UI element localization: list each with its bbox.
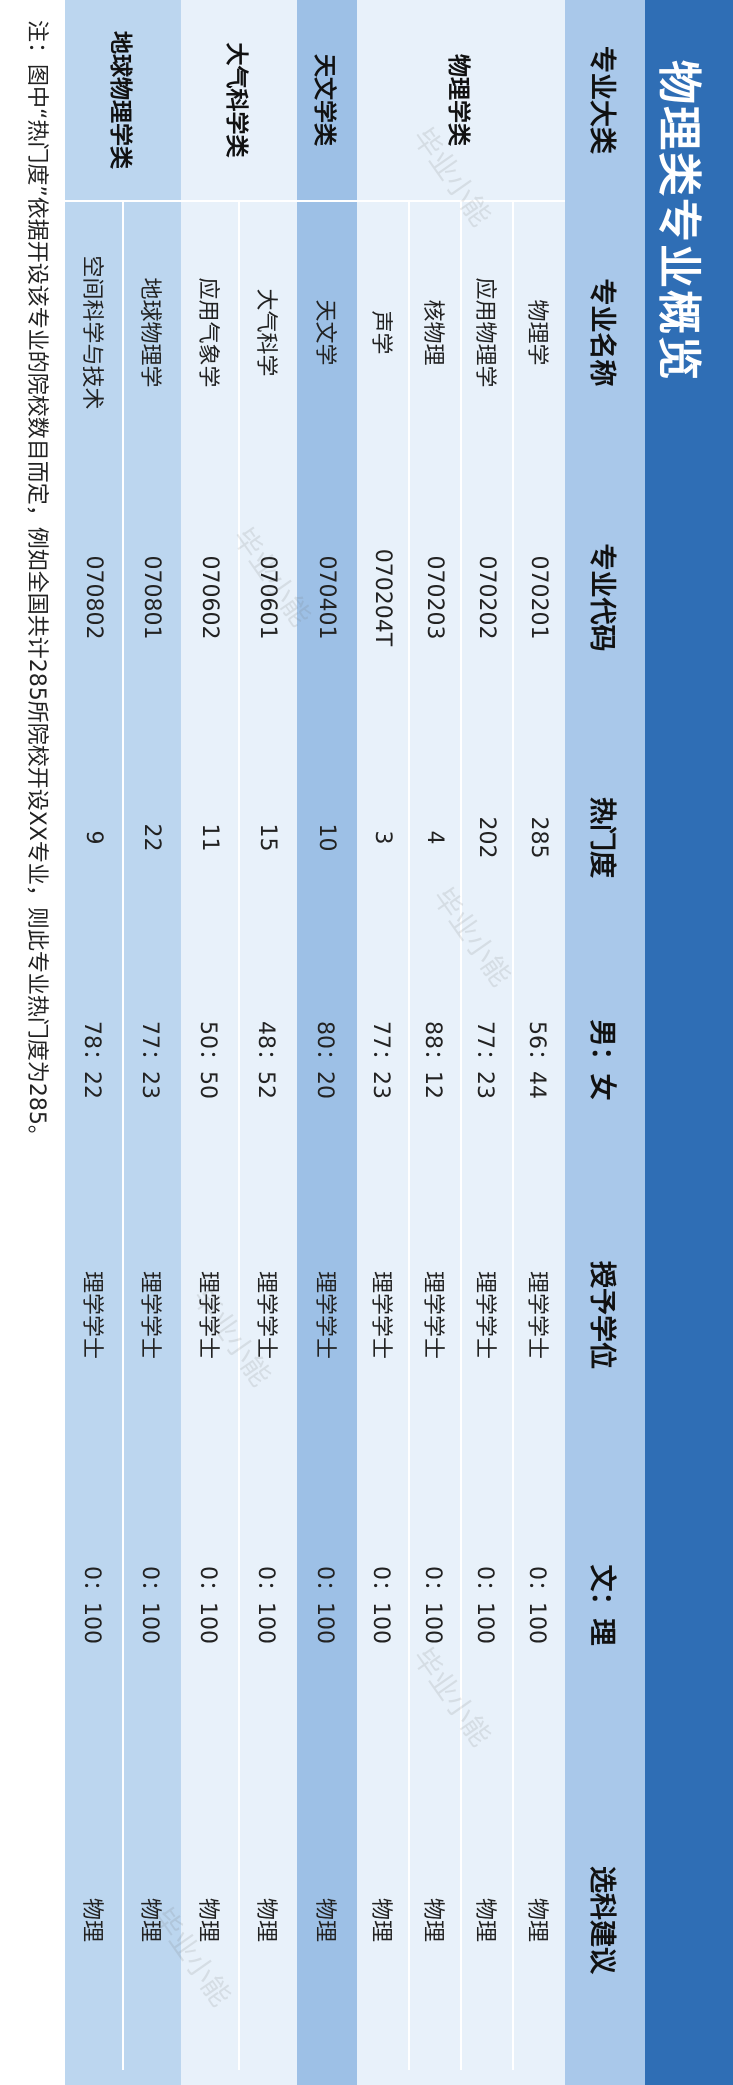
cell-code: 070802 [81,555,107,640]
cell-popularity: 202 [474,816,500,859]
table-row: 物理学 070201 285 56：44 理学学士 0：100 物理 [513,0,565,2085]
cell-gender-ratio: 48：52 [253,1021,278,1099]
cell-name: 空间科学与技术 [79,255,104,410]
cell-subject: 物理 [472,1897,497,1942]
cell-popularity: 10 [314,823,340,852]
cell-gender-ratio: 77：23 [472,1021,497,1099]
column-divider [65,200,565,202]
cell-subject: 物理 [312,1897,337,1942]
cell-name: 地球物理学 [137,277,162,388]
cell-popularity: 3 [370,830,396,845]
cell-degree: 理学学士 [195,1270,220,1359]
table-row: 大气科学 070601 15 48：52 理学学士 0：100 物理 [239,0,297,2085]
table-row: 地球物理学 070801 22 77：23 理学学士 0：100 物理 [123,0,181,2085]
cell-arts-science: 0：100 [524,1566,549,1644]
cell-gender-ratio: 77：23 [368,1021,393,1099]
table-row: 空间科学与技术 070802 9 78：22 理学学士 0：100 物理 [65,0,123,2085]
table-header: 专业大类 专业名称 专业代码 热门度 男：女 授予学位 文：理 选科建议 [565,0,645,2085]
header-degree: 授予学位 [586,1261,618,1369]
cell-code: 070203 [422,555,448,640]
cell-arts-science: 0：100 [79,1566,104,1644]
cell-arts-science: 0：100 [137,1566,162,1644]
cell-gender-ratio: 77：23 [137,1021,162,1099]
cell-degree: 理学学士 [79,1270,104,1359]
header-arts-science: 文：理 [586,1564,618,1646]
header-category: 专业大类 [586,46,618,154]
cell-code: 070601 [255,555,281,640]
table-row: 核物理 070203 4 88：12 理学学士 0：100 物理 [409,0,461,2085]
cell-name: 应用物理学 [472,277,497,388]
cell-gender-ratio: 56：44 [524,1021,549,1099]
cell-popularity: 4 [422,830,448,845]
header-subject: 选科建议 [586,1866,618,1974]
cell-popularity: 22 [139,823,165,852]
cell-gender-ratio: 50：50 [195,1021,220,1099]
cell-popularity: 285 [526,816,552,859]
table-stage: 物理类专业概览 专业大类 专业名称 专业代码 热门度 男：女 授予学位 文：理 … [0,0,733,2085]
cell-code: 070202 [474,555,500,640]
cell-subject: 物理 [368,1897,393,1942]
cell-arts-science: 0：100 [195,1566,220,1644]
cell-subject: 物理 [253,1897,278,1942]
cell-gender-ratio: 78：22 [79,1021,104,1099]
header-name: 专业名称 [586,278,618,387]
cell-name: 核物理 [420,299,445,366]
cell-popularity: 11 [197,823,223,852]
cell-name: 声学 [368,310,393,355]
cell-arts-science: 0：100 [420,1566,445,1644]
cell-name: 大气科学 [253,288,278,377]
cell-code: 070602 [197,555,223,640]
footnote: 注：图中“热门度”依据开设该专业的院校数目而定，例如全国共计285所院校开设XX… [24,20,49,1147]
cell-subject: 物理 [79,1897,104,1942]
table-row: 声学 070204T 3 77：23 理学学士 0：100 物理 [357,0,409,2085]
cell-subject: 物理 [420,1897,445,1942]
page-title: 物理类专业概览 [653,60,704,382]
cell-degree: 理学学士 [472,1270,497,1359]
cell-code: 070201 [526,555,552,640]
cell-name: 物理学 [524,299,549,366]
cell-gender-ratio: 88：12 [420,1021,445,1099]
cell-arts-science: 0：100 [312,1566,337,1644]
header-gender-ratio: 男：女 [586,1019,618,1101]
cell-subject: 物理 [524,1897,549,1942]
cell-popularity: 9 [81,830,107,845]
table-row: 应用物理学 070202 202 77：23 理学学士 0：100 物理 [461,0,513,2085]
cell-name: 天文学 [312,299,337,366]
header-popularity: 热门度 [586,797,618,878]
cell-gender-ratio: 80：20 [312,1021,337,1099]
cell-arts-science: 0：100 [368,1566,393,1644]
cell-arts-science: 0：100 [253,1566,278,1644]
cell-subject: 物理 [137,1897,162,1942]
cell-degree: 理学学士 [253,1270,278,1359]
table: 专业大类 专业名称 专业代码 热门度 男：女 授予学位 文：理 选科建议 物理学… [0,0,645,2085]
cell-name: 应用气象学 [195,277,220,388]
header-code: 专业代码 [586,543,618,652]
cell-degree: 理学学士 [312,1270,337,1359]
cell-code: 070204T [370,548,396,647]
table-row: 应用气象学 070602 11 50：50 理学学士 0：100 物理 [181,0,239,2085]
table-row: 天文学 070401 10 80：20 理学学士 0：100 物理 [297,0,357,2085]
cell-arts-science: 0：100 [472,1566,497,1644]
cell-subject: 物理 [195,1897,220,1942]
cell-degree: 理学学士 [137,1270,162,1359]
cell-popularity: 15 [255,823,281,852]
cell-degree: 理学学士 [368,1270,393,1359]
cell-degree: 理学学士 [524,1270,549,1359]
cell-code: 070401 [314,555,340,640]
title-bar: 物理类专业概览 [645,0,733,2085]
cell-degree: 理学学士 [420,1270,445,1359]
cell-code: 070801 [139,555,165,640]
